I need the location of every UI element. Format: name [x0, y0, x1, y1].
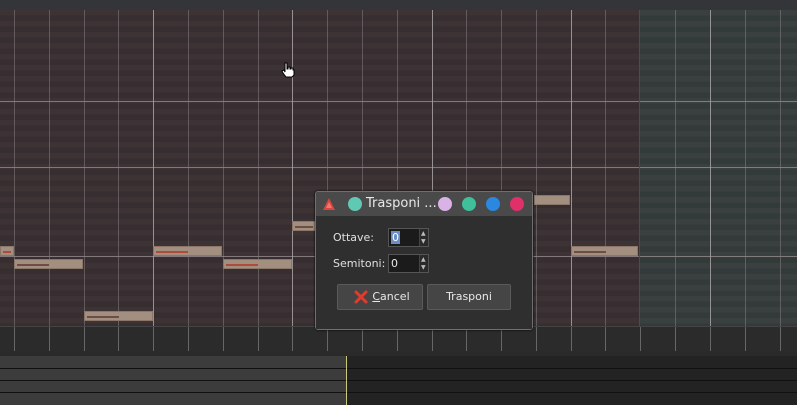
minimize-button[interactable] — [462, 197, 476, 211]
ruler-tick — [362, 327, 363, 351]
ruler-tick — [397, 327, 398, 351]
note[interactable] — [534, 195, 570, 205]
transpose-label: Trasponi — [446, 290, 492, 303]
ruler-tick — [223, 327, 224, 351]
sticky-button[interactable] — [348, 197, 362, 211]
octaves-spinbox[interactable]: 0 ▲ ▼ — [388, 228, 429, 247]
beat-line — [605, 10, 606, 326]
beat-line — [258, 10, 259, 326]
maximize-button[interactable] — [486, 197, 500, 211]
dialog-titlebar[interactable]: Trasponi ... — [316, 192, 532, 216]
app-logo-icon — [323, 198, 335, 210]
note[interactable] — [153, 246, 222, 256]
note[interactable] — [14, 259, 83, 269]
beat-line — [780, 10, 781, 326]
shade-button[interactable] — [438, 197, 452, 211]
cancel-button[interactable]: Cancel — [337, 284, 423, 310]
lane-divider — [0, 380, 797, 381]
note[interactable] — [0, 246, 14, 256]
bar-line — [153, 10, 154, 326]
playhead[interactable] — [346, 356, 347, 405]
ruler-tick — [710, 327, 711, 351]
dialog-title: Trasponi ... — [366, 196, 437, 211]
beat-line — [223, 10, 224, 326]
dialog-body: Ottave: 0 ▲ ▼ Semitoni: 0 ▲ ▼ Cancel Tra… — [316, 216, 532, 329]
beat-line — [745, 10, 746, 326]
ruler-tick — [780, 327, 781, 351]
beat-line — [49, 10, 50, 326]
decrement-icon[interactable]: ▼ — [421, 239, 426, 245]
octaves-label: Ottave: — [333, 231, 375, 244]
beat-line — [536, 10, 537, 326]
loop-end-marker — [639, 10, 640, 326]
ruler-tick — [501, 327, 502, 351]
transpose-button[interactable]: Trasponi — [427, 284, 511, 310]
octaves-value[interactable]: 0 — [391, 231, 400, 244]
cancel-mnemonic: C — [372, 290, 381, 303]
ruler-tick — [258, 327, 259, 351]
ruler-tick — [675, 327, 676, 351]
ruler-tick — [292, 327, 293, 351]
ruler-tick — [640, 327, 641, 351]
increment-icon[interactable]: ▲ — [421, 231, 426, 237]
beat-line — [118, 10, 119, 326]
automation-lanes[interactable] — [0, 356, 797, 405]
ruler-tick — [84, 327, 85, 351]
ruler-tick — [432, 327, 433, 351]
bar-line — [292, 10, 293, 326]
decrement-icon[interactable]: ▼ — [421, 265, 426, 271]
ruler-tick — [571, 327, 572, 351]
inactive-region — [640, 10, 797, 326]
semitones-spinbox[interactable]: 0 ▲ ▼ — [388, 254, 429, 273]
octaves-stepper[interactable]: ▲ ▼ — [419, 229, 428, 246]
lane-divider — [0, 392, 797, 393]
bar-line — [571, 10, 572, 326]
semitones-label: Semitoni: — [333, 257, 386, 270]
note[interactable] — [84, 311, 153, 321]
beat-line — [675, 10, 676, 326]
ruler-tick — [49, 327, 50, 351]
ruler-tick — [536, 327, 537, 351]
semitones-stepper[interactable]: ▲ ▼ — [419, 255, 428, 272]
note[interactable] — [292, 221, 316, 231]
octave-line — [0, 101, 797, 102]
beat-line — [84, 10, 85, 326]
bar-line — [710, 10, 711, 326]
ruler-tick — [153, 327, 154, 351]
beat-line — [188, 10, 189, 326]
ruler-tick — [745, 327, 746, 351]
note[interactable] — [223, 259, 292, 269]
semitones-value[interactable]: 0 — [391, 257, 398, 270]
lane-divider — [0, 368, 797, 369]
octave-line — [0, 167, 797, 168]
ruler-tick — [605, 327, 606, 351]
cancel-x-icon — [354, 290, 368, 304]
increment-icon[interactable]: ▲ — [421, 257, 426, 263]
beat-line — [14, 10, 15, 326]
transpose-dialog: Trasponi ... Ottave: 0 ▲ ▼ Semitoni: 0 ▲… — [315, 191, 533, 330]
note[interactable] — [571, 246, 638, 256]
ruler-tick — [188, 327, 189, 351]
ruler-tick — [118, 327, 119, 351]
cancel-rest: ancel — [380, 290, 410, 303]
close-button[interactable] — [510, 197, 524, 211]
hand-pointer-icon — [281, 62, 295, 78]
ruler-tick — [327, 327, 328, 351]
ruler-tick — [14, 327, 15, 351]
top-toolbar-strip — [0, 0, 797, 10]
ruler-tick — [466, 327, 467, 351]
